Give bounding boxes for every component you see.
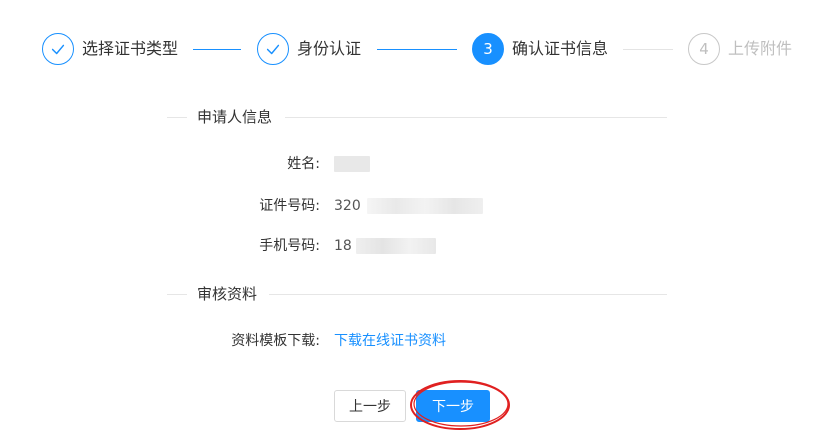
steps-bar: 选择证书类型 身份认证 3 确认证书信息 4 上传附件 xyxy=(0,0,824,100)
step-connector-3 xyxy=(623,49,673,50)
next-step-button[interactable]: 下一步 xyxy=(416,390,490,422)
section-divider-right xyxy=(269,294,667,295)
section-divider-right xyxy=(285,117,667,118)
step-2-label: 身份认证 xyxy=(297,39,362,58)
phone-value: 18 xyxy=(334,236,436,256)
step-connector-2 xyxy=(377,49,457,50)
phone-prefix: 18 xyxy=(334,238,352,254)
step-1-check-icon xyxy=(42,33,74,65)
section-divider-left xyxy=(167,117,187,118)
id-number-prefix: 320 xyxy=(334,198,361,214)
template-download-link[interactable]: 下载在线证书资料 xyxy=(334,331,446,351)
prev-step-button[interactable]: 上一步 xyxy=(334,390,406,422)
review-section-header: 审核资料 xyxy=(167,284,667,304)
id-number-value: 320 xyxy=(334,196,483,216)
template-download-label: 资料模板下载: xyxy=(231,333,320,349)
section-divider-left xyxy=(167,294,187,295)
phone-redaction xyxy=(355,238,436,254)
name-redaction xyxy=(334,156,370,172)
phone-label: 手机号码: xyxy=(259,238,320,254)
step-1-label: 选择证书类型 xyxy=(82,39,179,58)
name-value xyxy=(334,154,370,174)
step-2-check-icon xyxy=(257,33,289,65)
step-4-number: 4 xyxy=(688,33,720,65)
step-3-number: 3 xyxy=(472,33,504,65)
id-number-redaction xyxy=(366,198,483,214)
id-number-label: 证件号码: xyxy=(259,198,320,214)
step-4-label: 上传附件 xyxy=(728,39,793,58)
step-3-label: 确认证书信息 xyxy=(512,39,609,58)
applicant-section-title: 申请人信息 xyxy=(197,108,273,126)
name-label: 姓名: xyxy=(287,156,320,172)
step-connector-1 xyxy=(193,49,241,50)
applicant-section-header: 申请人信息 xyxy=(167,107,667,127)
review-section-title: 审核资料 xyxy=(197,285,258,303)
